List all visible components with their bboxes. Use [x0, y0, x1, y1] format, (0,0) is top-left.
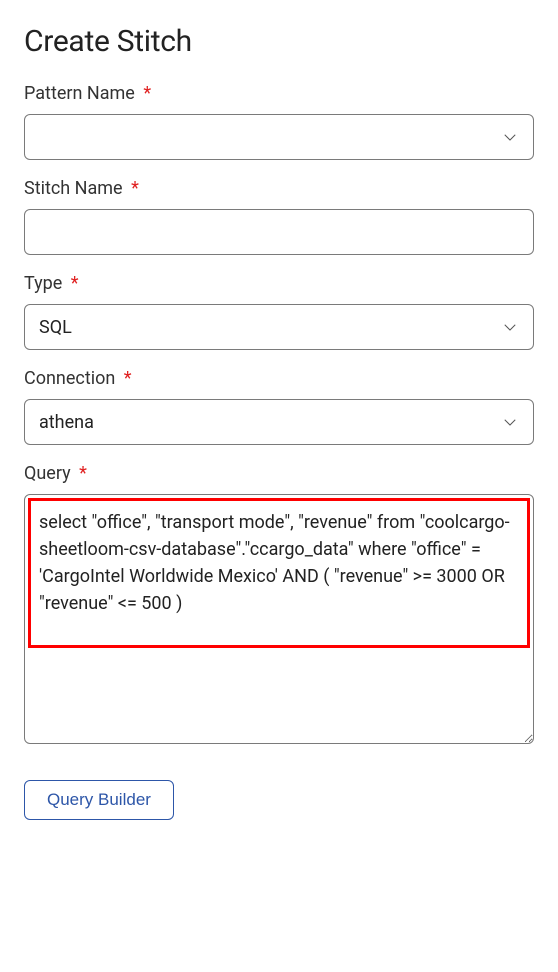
field-pattern-name: Pattern Name *: [24, 83, 534, 160]
required-asterisk: *: [124, 368, 132, 389]
field-type: Type * SQL: [24, 273, 534, 350]
type-label: Type *: [24, 273, 534, 294]
label-text: Query: [24, 463, 71, 484]
chevron-down-icon: [501, 128, 519, 146]
pattern-name-label: Pattern Name *: [24, 83, 534, 104]
query-textarea[interactable]: [24, 494, 534, 744]
label-text: Stitch Name: [24, 178, 123, 199]
type-select[interactable]: SQL: [24, 304, 534, 350]
query-builder-button[interactable]: Query Builder: [24, 780, 174, 820]
connection-select[interactable]: athena: [24, 399, 534, 445]
query-label: Query *: [24, 463, 534, 484]
type-value: SQL: [39, 317, 501, 338]
required-asterisk: *: [131, 178, 139, 199]
stitch-name-label: Stitch Name *: [24, 178, 534, 199]
label-text: Connection: [24, 368, 115, 389]
field-connection: Connection * athena: [24, 368, 534, 445]
label-text: Type: [24, 273, 62, 294]
label-text: Pattern Name: [24, 83, 135, 104]
connection-label: Connection *: [24, 368, 534, 389]
pattern-name-select[interactable]: [24, 114, 534, 160]
required-asterisk: *: [71, 273, 79, 294]
connection-value: athena: [39, 412, 501, 433]
page-title: Create Stitch: [24, 24, 534, 59]
chevron-down-icon: [501, 318, 519, 336]
required-asterisk: *: [143, 83, 151, 104]
required-asterisk: *: [79, 463, 87, 484]
field-query: Query *: [24, 463, 534, 744]
chevron-down-icon: [501, 413, 519, 431]
stitch-name-input[interactable]: [24, 209, 534, 255]
field-stitch-name: Stitch Name *: [24, 178, 534, 255]
